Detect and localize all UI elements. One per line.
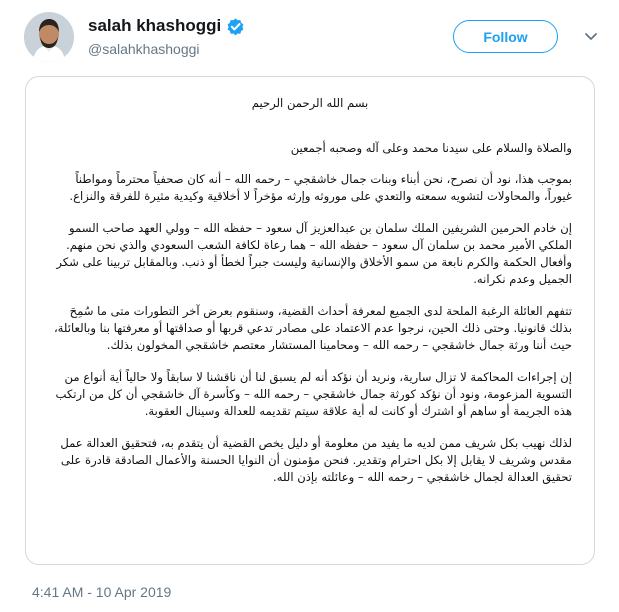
avatar[interactable] — [24, 12, 74, 62]
statement-paragraph: تتفهم العائلة الرغبة الملحة لدى الجميع ل… — [53, 304, 572, 352]
salutation-line: والصلاة والسلام على سيدنا محمد وعلى آله … — [290, 141, 572, 155]
profile-photo — [24, 12, 74, 62]
statement-image-card[interactable]: بسم الله الرحمن الرحيم والصلاة والسلام ع… — [25, 76, 595, 565]
bismillah-line: بسم الله الرحمن الرحيم — [251, 96, 369, 110]
tweet-header: salah khashoggi @salahkhashoggi Follow — [0, 0, 619, 70]
statement-text: بسم الله الرحمن الرحيم والصلاة والسلام ع… — [48, 95, 572, 486]
statement-paragraph: لذلك نهيب بكل شريف ممن لديه ما يفيد من م… — [60, 436, 572, 484]
follow-button[interactable]: Follow — [453, 20, 558, 53]
statement-paragraph: إن إجراءات المحاكمة لا تزال سارية، ونريد… — [55, 370, 572, 418]
user-handle[interactable]: @salahkhashoggi — [88, 40, 200, 58]
statement-paragraph: إن خادم الحرمين الشريفين الملك سلمان بن … — [56, 221, 572, 286]
name-row: salah khashoggi — [88, 16, 245, 36]
display-name[interactable]: salah khashoggi — [88, 16, 221, 36]
verified-badge-icon — [227, 17, 244, 35]
statement-paragraph: بموجب هذا، نود أن نصرح، نحن أبناء وبنات … — [69, 172, 572, 203]
chevron-down-icon[interactable] — [583, 28, 599, 44]
tweet-timestamp[interactable]: 4:41 AM - 10 Apr 2019 — [32, 583, 171, 601]
